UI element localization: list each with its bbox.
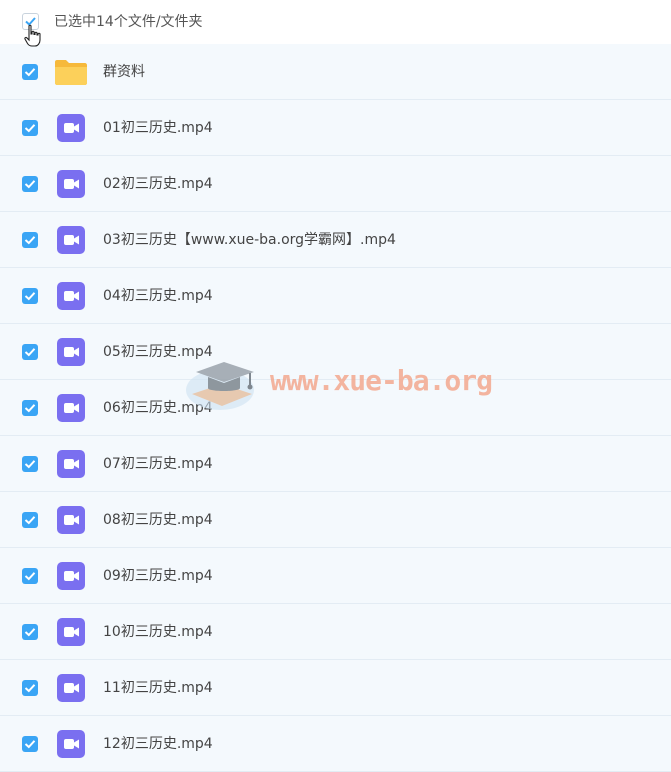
video-file-icon <box>57 506 85 534</box>
video-file-icon <box>57 338 85 366</box>
row-checkbox[interactable] <box>22 288 38 304</box>
row-checkbox[interactable] <box>22 64 38 80</box>
checkmark-icon <box>24 348 36 357</box>
file-row[interactable]: 09初三历史.mp4 <box>0 548 671 604</box>
row-checkbox[interactable] <box>22 624 38 640</box>
checkmark-icon <box>24 628 36 637</box>
file-row[interactable]: 05初三历史.mp4 <box>0 324 671 380</box>
checkmark-icon <box>24 68 36 77</box>
video-file-icon <box>57 450 85 478</box>
checkmark-icon <box>24 684 36 693</box>
row-checkbox[interactable] <box>22 736 38 752</box>
file-row[interactable]: 10初三历史.mp4 <box>0 604 671 660</box>
file-name[interactable]: 06初三历史.mp4 <box>103 399 213 417</box>
file-row[interactable]: 12初三历史.mp4 <box>0 716 671 772</box>
folder-icon <box>55 60 87 85</box>
file-name[interactable]: 02初三历史.mp4 <box>103 175 213 193</box>
checkmark-icon <box>24 740 36 749</box>
checkmark-icon <box>24 180 36 189</box>
row-checkbox[interactable] <box>22 344 38 360</box>
file-name[interactable]: 04初三历史.mp4 <box>103 287 213 305</box>
video-file-icon <box>57 394 85 422</box>
row-checkbox[interactable] <box>22 456 38 472</box>
file-row[interactable]: 07初三历史.mp4 <box>0 436 671 492</box>
video-file-icon <box>57 226 85 254</box>
row-checkbox[interactable] <box>22 400 38 416</box>
checkmark-icon <box>24 236 36 245</box>
video-file-icon <box>57 674 85 702</box>
selection-header: 已选中14个文件/文件夹 <box>0 0 671 47</box>
row-checkbox[interactable] <box>22 232 38 248</box>
row-checkbox[interactable] <box>22 512 38 528</box>
file-name[interactable]: 07初三历史.mp4 <box>103 455 213 473</box>
row-checkbox[interactable] <box>22 176 38 192</box>
selection-count-label: 已选中14个文件/文件夹 <box>54 14 203 30</box>
file-name[interactable]: 群资料 <box>103 63 145 81</box>
file-name[interactable]: 09初三历史.mp4 <box>103 567 213 585</box>
file-name[interactable]: 03初三历史【www.xue-ba.org学霸网】.mp4 <box>103 231 396 249</box>
file-name[interactable]: 10初三历史.mp4 <box>103 623 213 641</box>
file-row[interactable]: 08初三历史.mp4 <box>0 492 671 548</box>
video-file-icon <box>57 562 85 590</box>
checkmark-icon <box>24 516 36 525</box>
row-checkbox[interactable] <box>22 568 38 584</box>
video-file-icon <box>57 730 85 758</box>
checkmark-icon <box>24 572 36 581</box>
file-row[interactable]: 04初三历史.mp4 <box>0 268 671 324</box>
video-file-icon <box>57 114 85 142</box>
file-list: 群资料 01初三历史.mp4 02初三历史.mp4 03初三历史【www.xue… <box>0 44 671 772</box>
file-name[interactable]: 12初三历史.mp4 <box>103 735 213 753</box>
file-name[interactable]: 08初三历史.mp4 <box>103 511 213 529</box>
file-row[interactable]: 11初三历史.mp4 <box>0 660 671 716</box>
file-row[interactable]: 03初三历史【www.xue-ba.org学霸网】.mp4 <box>0 212 671 268</box>
checkmark-icon <box>24 292 36 301</box>
file-name[interactable]: 05初三历史.mp4 <box>103 343 213 361</box>
file-name[interactable]: 11初三历史.mp4 <box>103 679 213 697</box>
checkmark-icon <box>24 404 36 413</box>
folder-row[interactable]: 群资料 <box>0 44 671 100</box>
row-checkbox[interactable] <box>22 680 38 696</box>
file-name[interactable]: 01初三历史.mp4 <box>103 119 213 137</box>
video-file-icon <box>57 618 85 646</box>
video-file-icon <box>57 170 85 198</box>
row-checkbox[interactable] <box>22 120 38 136</box>
video-file-icon <box>57 282 85 310</box>
hand-cursor-icon <box>24 24 41 47</box>
file-row[interactable]: 01初三历史.mp4 <box>0 100 671 156</box>
checkmark-icon <box>24 460 36 469</box>
file-row[interactable]: 06初三历史.mp4 <box>0 380 671 436</box>
checkmark-icon <box>24 124 36 133</box>
file-row[interactable]: 02初三历史.mp4 <box>0 156 671 212</box>
